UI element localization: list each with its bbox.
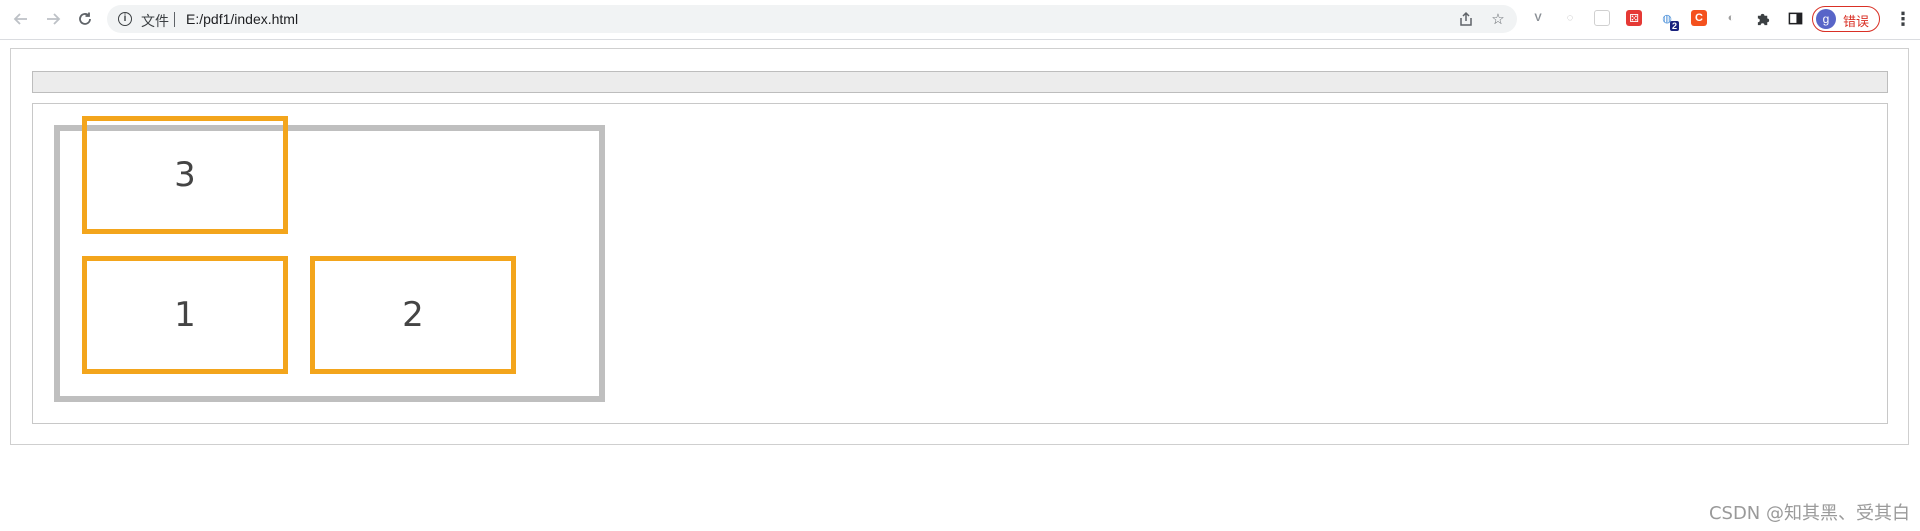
top-bar (32, 71, 1888, 93)
watermark: CSDN @知其黑、受其白 (1708, 503, 1910, 524)
url-text[interactable]: E:/pdf1/index.html (186, 11, 298, 27)
grid-item-1: 1 (82, 256, 288, 374)
grid-item-3: 3 (82, 116, 288, 234)
extensions-puzzle-icon[interactable] (1755, 10, 1771, 26)
extension-badge: 2 (1669, 21, 1679, 31)
omnibox-separator (174, 12, 175, 27)
puzzle-ext-1-icon[interactable]: ◌ (1562, 10, 1578, 26)
globe-ext-icon[interactable]: ◍ 2 (1659, 10, 1679, 31)
scheme-label: 文件 (141, 13, 169, 29)
kebab-menu-icon[interactable]: ⋮ (1894, 9, 1912, 29)
grid-item-label: 2 (402, 295, 424, 335)
forward-arrow-icon[interactable] (42, 8, 64, 30)
avatar: g (1816, 9, 1836, 29)
address-bar[interactable]: i 文件 E:/pdf1/index.html ☆ (107, 5, 1517, 33)
profile-button[interactable]: g 错误 (1812, 6, 1880, 32)
side-panel-icon[interactable] (1787, 10, 1803, 26)
profile-error-label: 错误 (1843, 14, 1870, 29)
dice-ext-icon[interactable]: ⚄ (1626, 10, 1642, 26)
info-icon[interactable]: i (118, 12, 132, 26)
back-arrow-icon[interactable] (10, 8, 32, 30)
v-icon[interactable]: V (1530, 10, 1546, 26)
reload-icon[interactable] (74, 8, 96, 30)
grid-item-2: 2 (310, 256, 516, 374)
share-icon[interactable] (1456, 9, 1476, 29)
blank-ext-icon[interactable] (1594, 10, 1610, 26)
grid-item-label: 3 (174, 155, 196, 195)
grid-item-label: 1 (174, 295, 196, 335)
circle-ext-icon[interactable]: ◐ (1723, 10, 1739, 26)
bookmark-star-icon[interactable]: ☆ (1488, 9, 1508, 29)
browser-toolbar: i 文件 E:/pdf1/index.html ☆ V ◌ ⚄ ◍ 2 C ◐ g… (0, 0, 1920, 40)
c-ext-icon[interactable]: C (1691, 10, 1707, 26)
